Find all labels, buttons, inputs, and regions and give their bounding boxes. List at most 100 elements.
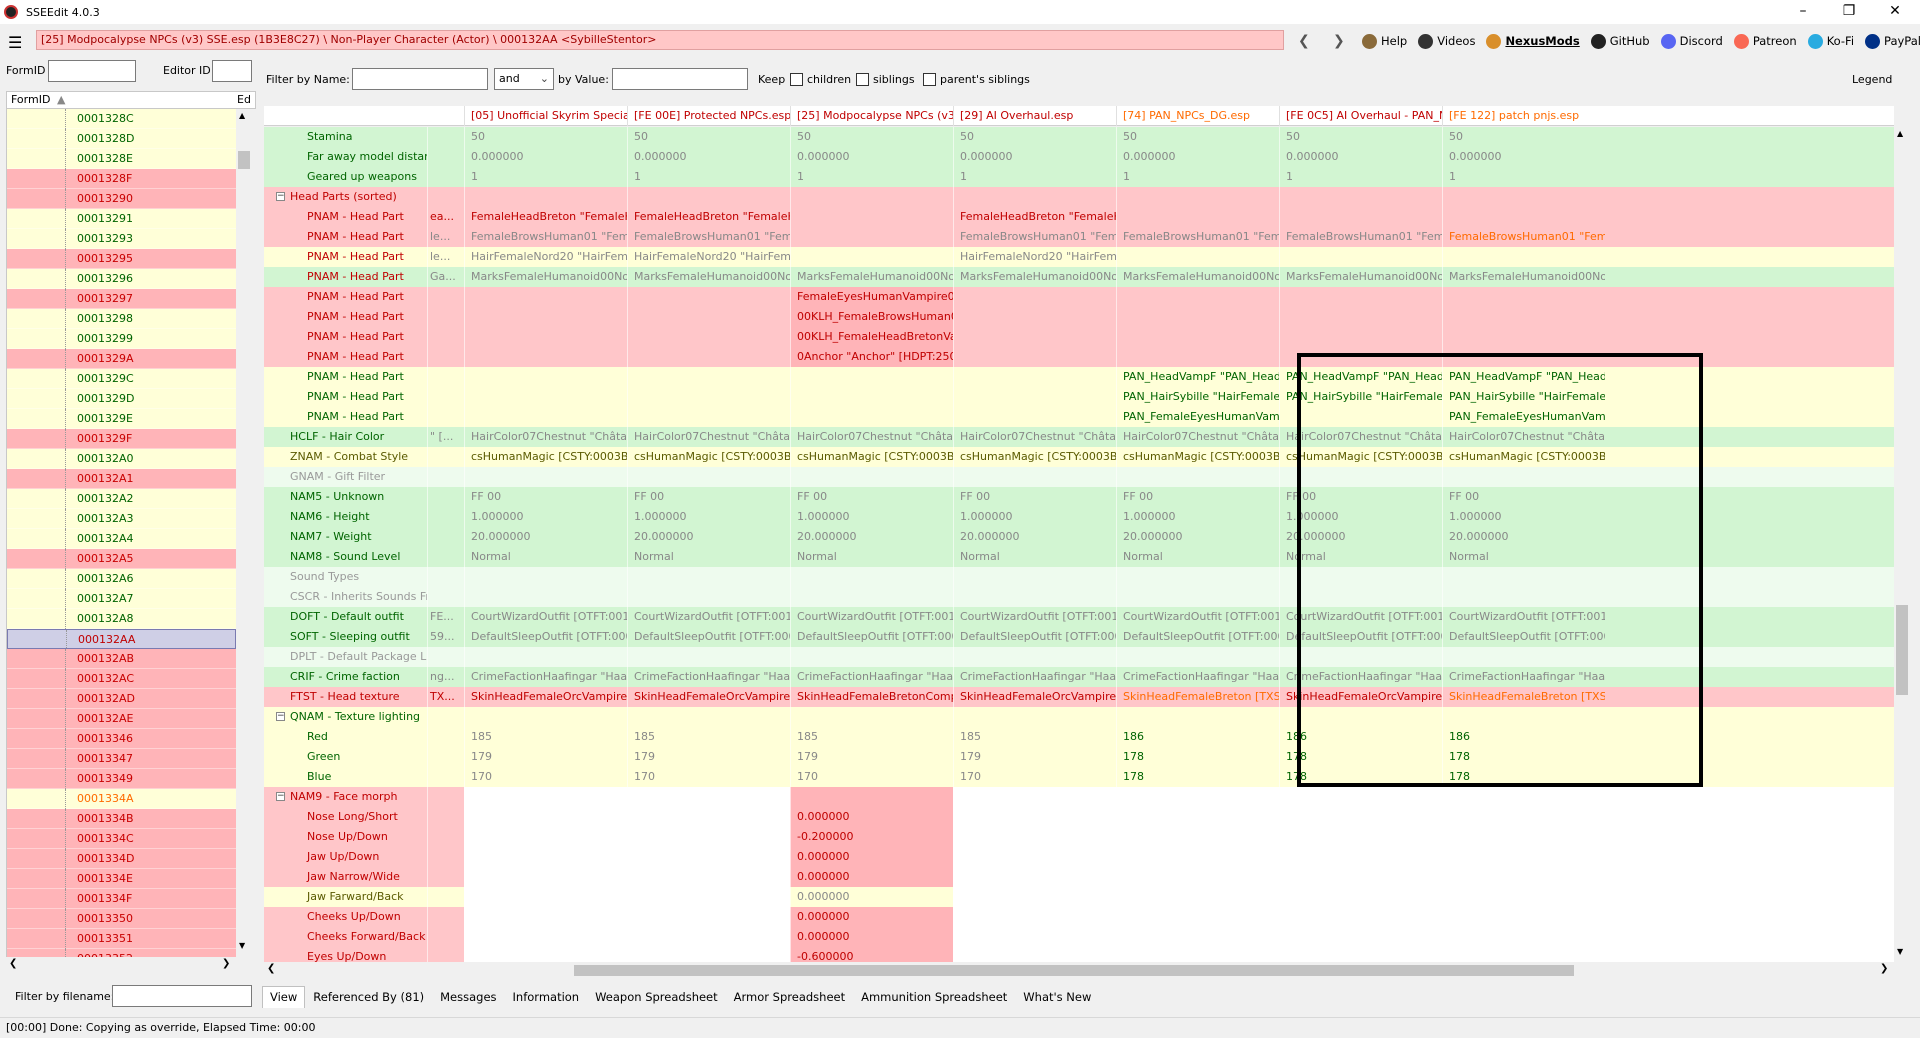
value-cell[interactable]: 1.000000 bbox=[464, 507, 627, 527]
value-cell[interactable]: 0.000000 bbox=[790, 807, 953, 827]
value-cell[interactable]: FF 00 bbox=[1116, 487, 1279, 507]
value-cell[interactable]: 20.000000 bbox=[1279, 527, 1442, 547]
value-cell[interactable]: HairColor07Chestnut "Châtain" [... bbox=[1442, 427, 1605, 447]
value-cell[interactable]: DefaultSleepOutfit [OTFT:000169... bbox=[464, 627, 627, 647]
grid-vertical-scrollbar[interactable]: ▲ ▼ bbox=[1894, 127, 1910, 962]
value-cell[interactable]: FemaleBrowsHuman01 "Female... bbox=[627, 227, 790, 247]
value-cell[interactable] bbox=[464, 647, 627, 667]
grid-row[interactable]: Jaw Up/Down 0.000000 bbox=[264, 847, 1894, 867]
value-cell[interactable]: HairFemaleNord20 "HairFemale... bbox=[627, 247, 790, 267]
grid-row[interactable]: PNAM - Head Part PAN_HairSybille "HairFem… bbox=[264, 387, 1894, 407]
children-checkbox[interactable] bbox=[790, 73, 803, 86]
value-cell[interactable]: 0.000000 bbox=[1279, 147, 1442, 167]
value-cell[interactable]: CourtWizardOutfit [OTFT:0010FE... bbox=[790, 607, 953, 627]
tree-row[interactable]: 0001328E bbox=[7, 149, 236, 169]
value-cell[interactable] bbox=[1442, 807, 1605, 827]
grid-row[interactable]: CRIF - Crime faction ng... CrimeFactionHaa… bbox=[264, 667, 1894, 687]
tree-row[interactable]: 00013351 bbox=[7, 929, 236, 949]
value-cell[interactable] bbox=[1116, 587, 1279, 607]
value-cell[interactable]: FemaleBrowsHuman01 "Female... bbox=[464, 227, 627, 247]
value-cell[interactable]: 1 bbox=[627, 167, 790, 187]
value-cell[interactable]: csHumanMagic [CSTY:0003BE1C] bbox=[1279, 447, 1442, 467]
value-cell[interactable] bbox=[464, 847, 627, 867]
value-cell[interactable]: 20.000000 bbox=[1116, 527, 1279, 547]
value-cell[interactable] bbox=[627, 707, 790, 727]
value-cell[interactable]: csHumanMagic [CSTY:0003BE1C] bbox=[464, 447, 627, 467]
value-cell[interactable] bbox=[1442, 467, 1605, 487]
value-cell[interactable] bbox=[953, 867, 1116, 887]
value-cell[interactable]: Normal bbox=[953, 547, 1116, 567]
value-cell[interactable]: 50 bbox=[1442, 127, 1605, 147]
value-cell[interactable]: FF 00 bbox=[1442, 487, 1605, 507]
link-help[interactable]: Help bbox=[1362, 33, 1407, 49]
tab-view[interactable]: View bbox=[262, 986, 306, 1008]
filter-by-value-input[interactable] bbox=[612, 68, 748, 90]
value-cell[interactable]: FemaleHeadBreton "FemaleHea... bbox=[953, 207, 1116, 227]
value-cell[interactable]: FF 00 bbox=[464, 487, 627, 507]
value-cell[interactable] bbox=[627, 647, 790, 667]
grid-row[interactable]: DOFT - Default outfit FE... CourtWizardOut… bbox=[264, 607, 1894, 627]
value-cell[interactable]: MarksFemaleHumanoid00NoGa... bbox=[627, 267, 790, 287]
close-button[interactable]: ✕ bbox=[1872, 0, 1918, 24]
value-cell[interactable] bbox=[1116, 347, 1279, 367]
value-cell[interactable]: 0.000000 bbox=[790, 927, 953, 947]
value-cell[interactable] bbox=[1442, 587, 1605, 607]
value-cell[interactable] bbox=[627, 827, 790, 847]
value-cell[interactable] bbox=[953, 947, 1116, 962]
grid-row[interactable]: PNAM - Head Part PAN_HeadVampF "PAN_HeadV… bbox=[264, 367, 1894, 387]
tree-row[interactable]: 00013298 bbox=[7, 309, 236, 329]
value-cell[interactable] bbox=[627, 567, 790, 587]
value-cell[interactable]: 178 bbox=[1116, 767, 1279, 787]
value-cell[interactable] bbox=[627, 587, 790, 607]
tree-row[interactable]: 00013352 bbox=[7, 949, 236, 957]
grid-row[interactable]: PNAM - Head Part le... HairFemaleNord20 "H… bbox=[264, 247, 1894, 267]
value-cell[interactable]: 20.000000 bbox=[1442, 527, 1605, 547]
value-cell[interactable] bbox=[1442, 647, 1605, 667]
value-cell[interactable] bbox=[790, 247, 953, 267]
value-cell[interactable] bbox=[1279, 247, 1442, 267]
value-cell[interactable]: 170 bbox=[790, 767, 953, 787]
grid-row[interactable]: Jaw Narrow/Wide 0.000000 bbox=[264, 867, 1894, 887]
grid-row[interactable]: − NAM9 - Face morph bbox=[264, 787, 1894, 807]
value-cell[interactable] bbox=[953, 307, 1116, 327]
value-cell[interactable]: 178 bbox=[1116, 747, 1279, 767]
grid-row[interactable]: NAM8 - Sound Level Normal Normal Normal Norm… bbox=[264, 547, 1894, 567]
tree-row[interactable]: 000132A5 bbox=[7, 549, 236, 569]
value-cell[interactable]: 185 bbox=[790, 727, 953, 747]
tree-row[interactable]: 0001329E bbox=[7, 409, 236, 429]
link-github[interactable]: GitHub bbox=[1590, 33, 1650, 49]
link-videos[interactable]: Videos bbox=[1418, 33, 1475, 49]
value-cell[interactable] bbox=[627, 287, 790, 307]
value-cell[interactable] bbox=[1116, 867, 1279, 887]
grid-row[interactable]: PNAM - Head Part 0Anchor "Anchor" [HDPT:2… bbox=[264, 347, 1894, 367]
tree-row[interactable]: 0001328C bbox=[7, 109, 236, 129]
value-cell[interactable] bbox=[464, 187, 627, 207]
value-cell[interactable] bbox=[1442, 787, 1605, 807]
value-cell[interactable] bbox=[1442, 327, 1605, 347]
tree-row[interactable]: 0001329A bbox=[7, 349, 236, 369]
grid-row[interactable]: HCLF - Hair Color " [... HairColor07Chestn… bbox=[264, 427, 1894, 447]
value-cell[interactable] bbox=[1116, 287, 1279, 307]
value-cell[interactable]: HairColor07Chestnut "Châtain" [... bbox=[790, 427, 953, 447]
grid-row[interactable]: ZNAM - Combat Style csHumanMagic [CSTY:00… bbox=[264, 447, 1894, 467]
grid-row[interactable]: Green 179 179 179 179 178 178 178 bbox=[264, 747, 1894, 767]
grid-row[interactable]: Nose Long/Short 0.000000 bbox=[264, 807, 1894, 827]
grid-row[interactable]: Far away model distance0.0000000.0000000… bbox=[264, 147, 1894, 167]
value-cell[interactable] bbox=[953, 387, 1116, 407]
value-cell[interactable]: CourtWizardOutfit [OTFT:0010FE... bbox=[953, 607, 1116, 627]
value-cell[interactable] bbox=[790, 227, 953, 247]
value-cell[interactable] bbox=[1279, 787, 1442, 807]
grid-row[interactable]: PNAM - Head Part ea... FemaleHeadBreton "F… bbox=[264, 207, 1894, 227]
value-cell[interactable] bbox=[627, 947, 790, 962]
value-cell[interactable] bbox=[1279, 907, 1442, 927]
value-cell[interactable]: 0.000000 bbox=[953, 147, 1116, 167]
value-cell[interactable]: 185 bbox=[953, 727, 1116, 747]
value-cell[interactable]: 50 bbox=[1116, 127, 1279, 147]
value-cell[interactable] bbox=[627, 307, 790, 327]
value-cell[interactable]: CrimeFactionHaafingar "Haafing... bbox=[953, 667, 1116, 687]
value-cell[interactable] bbox=[1442, 247, 1605, 267]
tree-row[interactable]: 000132AB bbox=[7, 649, 236, 669]
value-cell[interactable]: PAN_HeadVampF "PAN_HeadVa... bbox=[1442, 367, 1605, 387]
value-cell[interactable] bbox=[1116, 847, 1279, 867]
value-cell[interactable]: 186 bbox=[1442, 727, 1605, 747]
